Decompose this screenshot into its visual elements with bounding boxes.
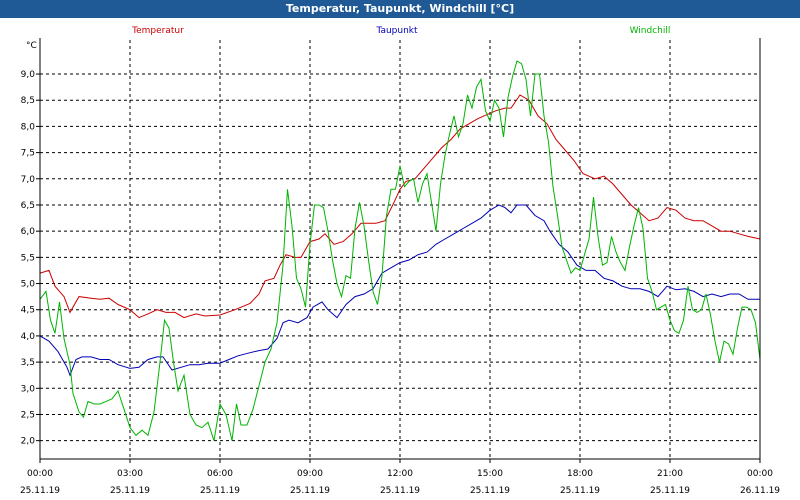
x-tick-time-label: 03:00 [117, 469, 143, 479]
y-tick-label: 7,5 [21, 149, 35, 159]
y-axis-unit-label: °C [26, 41, 37, 51]
y-tick-label: 8,5 [21, 96, 35, 106]
x-tick-time-label: 06:00 [207, 469, 233, 479]
y-tick-label: 5,0 [21, 280, 36, 290]
x-tick-time-label: 00:00 [27, 469, 53, 479]
y-tick-label: 8,0 [21, 122, 36, 132]
x-tick-date-label: 25.11.19 [110, 486, 150, 496]
chart-title: Temperatur, Taupunkt, Windchill [°C] [0, 0, 800, 18]
x-tick-date-label: 25.11.19 [20, 486, 60, 496]
y-tick-label: 4,0 [21, 332, 36, 342]
x-tick-time-label: 09:00 [297, 469, 323, 479]
legend-item-taupunkt: Taupunkt [375, 26, 418, 36]
y-tick-label: 3,5 [21, 358, 35, 368]
y-tick-label: 6,5 [21, 201, 35, 211]
x-tick-date-label: 25.11.19 [560, 486, 600, 496]
y-tick-label: 6,0 [21, 227, 36, 237]
x-tick-date-label: 25.11.19 [650, 486, 690, 496]
y-tick-label: 2,5 [21, 410, 35, 420]
x-tick-date-label: 25.11.19 [290, 486, 330, 496]
line-chart: 2,0 2,5 3,0 3,5 4,0 4,5 5,0 5,5 6,0 6,5 7,0 7,5 8,0 8… [0, 18, 800, 500]
y-tick-label: 5,5 [21, 253, 35, 263]
x-tick-date-label: 25.11.19 [380, 486, 420, 496]
legend-item-windchill: Windchill [630, 26, 671, 36]
x-tick-date-label: 25.11.19 [470, 486, 510, 496]
x-tick-time-label: 21:00 [657, 469, 683, 479]
x-tick-time-label: 15:00 [477, 469, 503, 479]
x-tick-time-label: 00:00 [747, 469, 773, 479]
x-tick-date-label: 25.11.19 [200, 486, 240, 496]
legend-item-temperatur: Temperatur [131, 26, 184, 36]
x-tick-time-label: 18:00 [567, 469, 593, 479]
x-tick-time-label: 12:00 [387, 469, 413, 479]
y-tick-label: 7,0 [21, 175, 36, 185]
y-tick-label: 9,0 [21, 70, 36, 80]
x-tick-date-label: 26.11.19 [740, 486, 780, 496]
y-tick-label: 2,0 [21, 437, 36, 447]
y-tick-label: 4,5 [21, 306, 35, 316]
y-tick-label: 3,0 [21, 384, 36, 394]
